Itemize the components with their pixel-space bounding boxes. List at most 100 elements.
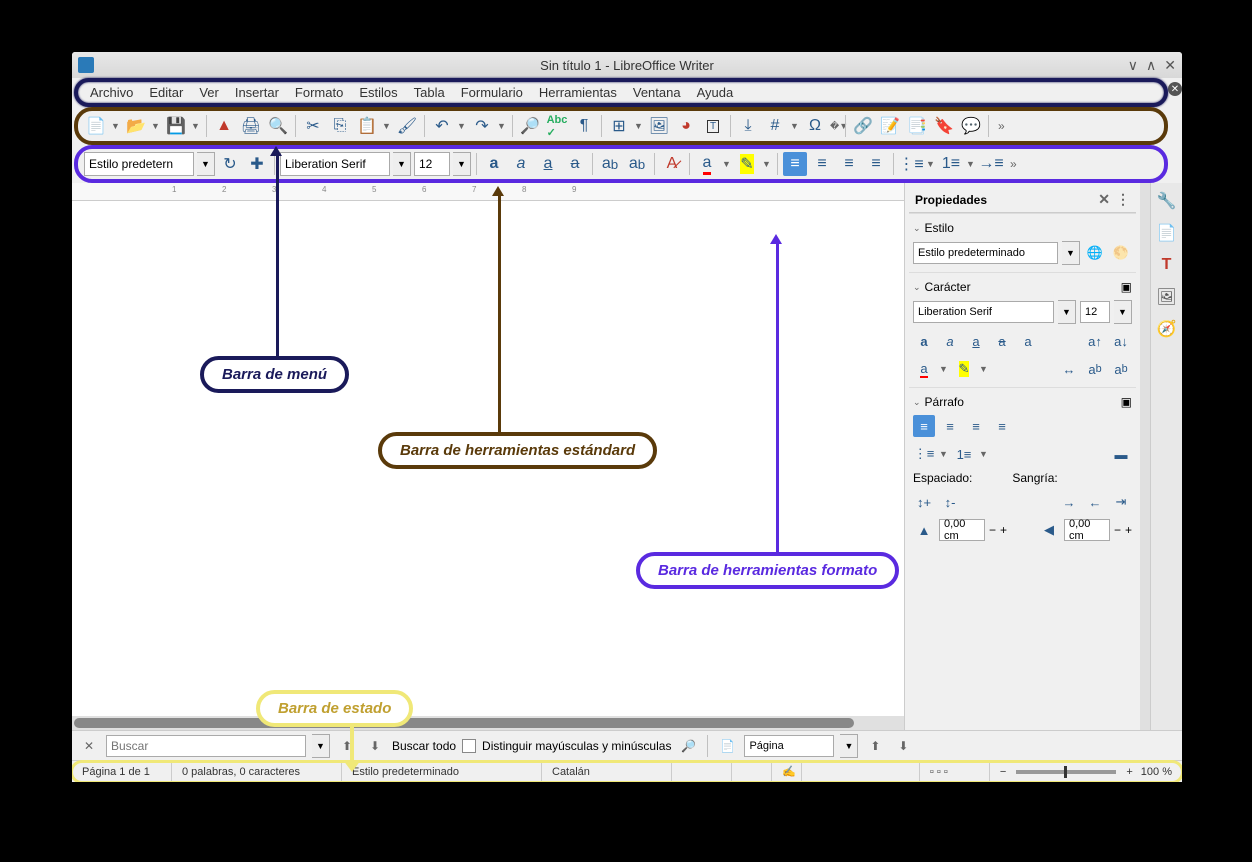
- search-input[interactable]: [106, 735, 306, 757]
- sb-spacing-icon[interactable]: ↔: [1058, 358, 1080, 380]
- menu-insertar[interactable]: Insertar: [227, 83, 287, 102]
- sb-bullet-icon[interactable]: ⋮≡: [913, 443, 935, 465]
- page-style-dd[interactable]: ▼: [840, 734, 858, 758]
- align-right-icon[interactable]: ≡: [837, 152, 861, 176]
- number-list-icon[interactable]: 1≡: [939, 152, 963, 176]
- font-name-combo[interactable]: Liberation Serif: [280, 152, 390, 176]
- status-style[interactable]: Estilo predeterminado: [342, 761, 542, 782]
- spellcheck-icon[interactable]: Abc✓: [545, 114, 569, 138]
- sb-bgcolor-icon[interactable]: ▬: [1110, 443, 1132, 465]
- bullet-dd[interactable]: ▼: [926, 159, 936, 169]
- sb-new-style-icon[interactable]: 🌕: [1110, 242, 1132, 264]
- zoom-slider[interactable]: [1016, 770, 1116, 774]
- copy-icon[interactable]: ⎘: [328, 114, 352, 138]
- horizontal-scrollbar[interactable]: [72, 716, 904, 730]
- match-case-checkbox[interactable]: [462, 739, 476, 753]
- menu-formulario[interactable]: Formulario: [453, 83, 531, 102]
- redo-icon[interactable]: ↷: [470, 114, 494, 138]
- menu-estilos[interactable]: Estilos: [351, 83, 405, 102]
- cut-icon[interactable]: ✂: [301, 114, 325, 138]
- sb-sub-icon[interactable]: ab: [1110, 358, 1132, 380]
- find-replace-icon[interactable]: 🔎: [518, 114, 542, 138]
- sb-strike-icon[interactable]: a: [991, 330, 1013, 352]
- open-dd[interactable]: ▼: [151, 121, 161, 131]
- subscript-icon[interactable]: ab: [625, 152, 649, 176]
- menu-editar[interactable]: Editar: [141, 83, 191, 102]
- find-all-button[interactable]: Buscar todo: [392, 739, 456, 753]
- footnote-icon[interactable]: 📝: [878, 114, 902, 138]
- underline-icon[interactable]: a: [536, 152, 560, 176]
- sidebar-close-icon[interactable]: ✕: [1098, 191, 1110, 208]
- status-sig-icon[interactable]: ✍: [772, 761, 802, 782]
- find-next-icon[interactable]: ⬇: [364, 735, 386, 757]
- font-name-dd[interactable]: ▼: [393, 152, 411, 176]
- close-doc-icon[interactable]: ✕: [1168, 82, 1182, 96]
- section-character[interactable]: ⌄Carácter▣: [911, 277, 1134, 297]
- status-lang[interactable]: Catalán: [542, 761, 672, 782]
- increase-indent-icon[interactable]: →≡: [979, 152, 1003, 176]
- section-style[interactable]: ⌄Estilo: [911, 218, 1134, 238]
- new-dd[interactable]: ▼: [111, 121, 121, 131]
- sb-bold-icon[interactable]: a: [913, 330, 935, 352]
- sb-align-justify-icon[interactable]: ≡: [991, 415, 1013, 437]
- menu-ventana[interactable]: Ventana: [625, 83, 689, 102]
- italic-icon[interactable]: a: [509, 152, 533, 176]
- status-view-icons[interactable]: ▫ ▫ ▫: [920, 761, 990, 782]
- sb-italic-icon[interactable]: a: [939, 330, 961, 352]
- sb-number-dd[interactable]: ▼: [979, 449, 989, 459]
- find-prev-icon[interactable]: ⬆: [336, 735, 358, 757]
- clear-format-icon[interactable]: A̷: [660, 152, 684, 176]
- undo-dd[interactable]: ▼: [457, 121, 467, 131]
- sb-update-style-icon[interactable]: 🌐: [1084, 242, 1106, 264]
- new-style-icon[interactable]: ✚: [245, 152, 269, 176]
- sb-fontcolor-icon[interactable]: a: [913, 358, 935, 380]
- formatting-marks-icon[interactable]: ¶: [572, 114, 596, 138]
- sb-tab-gallery-icon[interactable]: 🖼: [1155, 285, 1179, 309]
- more-char-icon[interactable]: ▣: [1121, 280, 1132, 294]
- menu-tabla[interactable]: Tabla: [406, 83, 453, 102]
- nav-down-icon[interactable]: ⬇: [892, 735, 914, 757]
- sb-highlight-dd[interactable]: ▼: [979, 364, 989, 374]
- zoom-in-icon[interactable]: +: [1126, 766, 1132, 778]
- sb-above-plus[interactable]: +: [1000, 523, 1007, 537]
- sb-align-right-icon[interactable]: ≡: [965, 415, 987, 437]
- align-left-icon[interactable]: ≡: [783, 152, 807, 176]
- menu-ver[interactable]: Ver: [191, 83, 227, 102]
- crossref-icon[interactable]: 🔖: [932, 114, 956, 138]
- status-insert[interactable]: [672, 761, 732, 782]
- findbar-close-icon[interactable]: ✕: [78, 735, 100, 757]
- sb-style-dd[interactable]: ▼: [1062, 241, 1080, 265]
- find-replace-dialog-icon[interactable]: 🔎: [677, 735, 699, 757]
- table-icon[interactable]: ⊞: [607, 114, 631, 138]
- sb-left-icon[interactable]: ◀: [1038, 519, 1060, 541]
- sb-tab-page-icon[interactable]: 📄: [1155, 221, 1179, 245]
- font-size-dd[interactable]: ▼: [453, 152, 471, 176]
- align-justify-icon[interactable]: ≡: [864, 152, 888, 176]
- hyperlink-icon[interactable]: 🔗: [851, 114, 875, 138]
- sb-highlight-icon[interactable]: ✎: [953, 358, 975, 380]
- clone-format-icon[interactable]: 🖌: [395, 114, 419, 138]
- font-color-dd[interactable]: ▼: [722, 159, 732, 169]
- symbol-icon[interactable]: Ω: [803, 114, 827, 138]
- minimize-button[interactable]: ∨: [1128, 57, 1138, 74]
- sb-grow-icon[interactable]: a↑: [1084, 330, 1106, 352]
- sidebar-scrollbar[interactable]: [1140, 183, 1150, 730]
- highlight-icon[interactable]: ✎: [735, 152, 759, 176]
- font-size-combo[interactable]: 12: [414, 152, 450, 176]
- nav-up-icon[interactable]: ⬆: [864, 735, 886, 757]
- sb-font-dd[interactable]: ▼: [1058, 300, 1076, 324]
- update-style-icon[interactable]: ↻: [218, 152, 242, 176]
- number-dd[interactable]: ▼: [966, 159, 976, 169]
- sb-number-icon[interactable]: 1≡: [953, 443, 975, 465]
- sb-style-combo[interactable]: Estilo predeterminado: [913, 242, 1058, 264]
- sb-inc-indent-icon[interactable]: →: [1058, 491, 1080, 513]
- status-words[interactable]: 0 palabras, 0 caracteres: [172, 761, 342, 782]
- font-color-icon[interactable]: a: [695, 152, 719, 176]
- zoom-value[interactable]: 100 %: [1135, 766, 1172, 778]
- sb-size-combo[interactable]: 12: [1080, 301, 1110, 323]
- pagebreak-icon[interactable]: ⤓: [736, 114, 760, 138]
- undo-icon[interactable]: ↶: [430, 114, 454, 138]
- sb-left-plus[interactable]: +: [1125, 523, 1132, 537]
- sb-dec-indent-icon[interactable]: ←: [1084, 491, 1106, 513]
- sb-align-center-icon[interactable]: ≡: [939, 415, 961, 437]
